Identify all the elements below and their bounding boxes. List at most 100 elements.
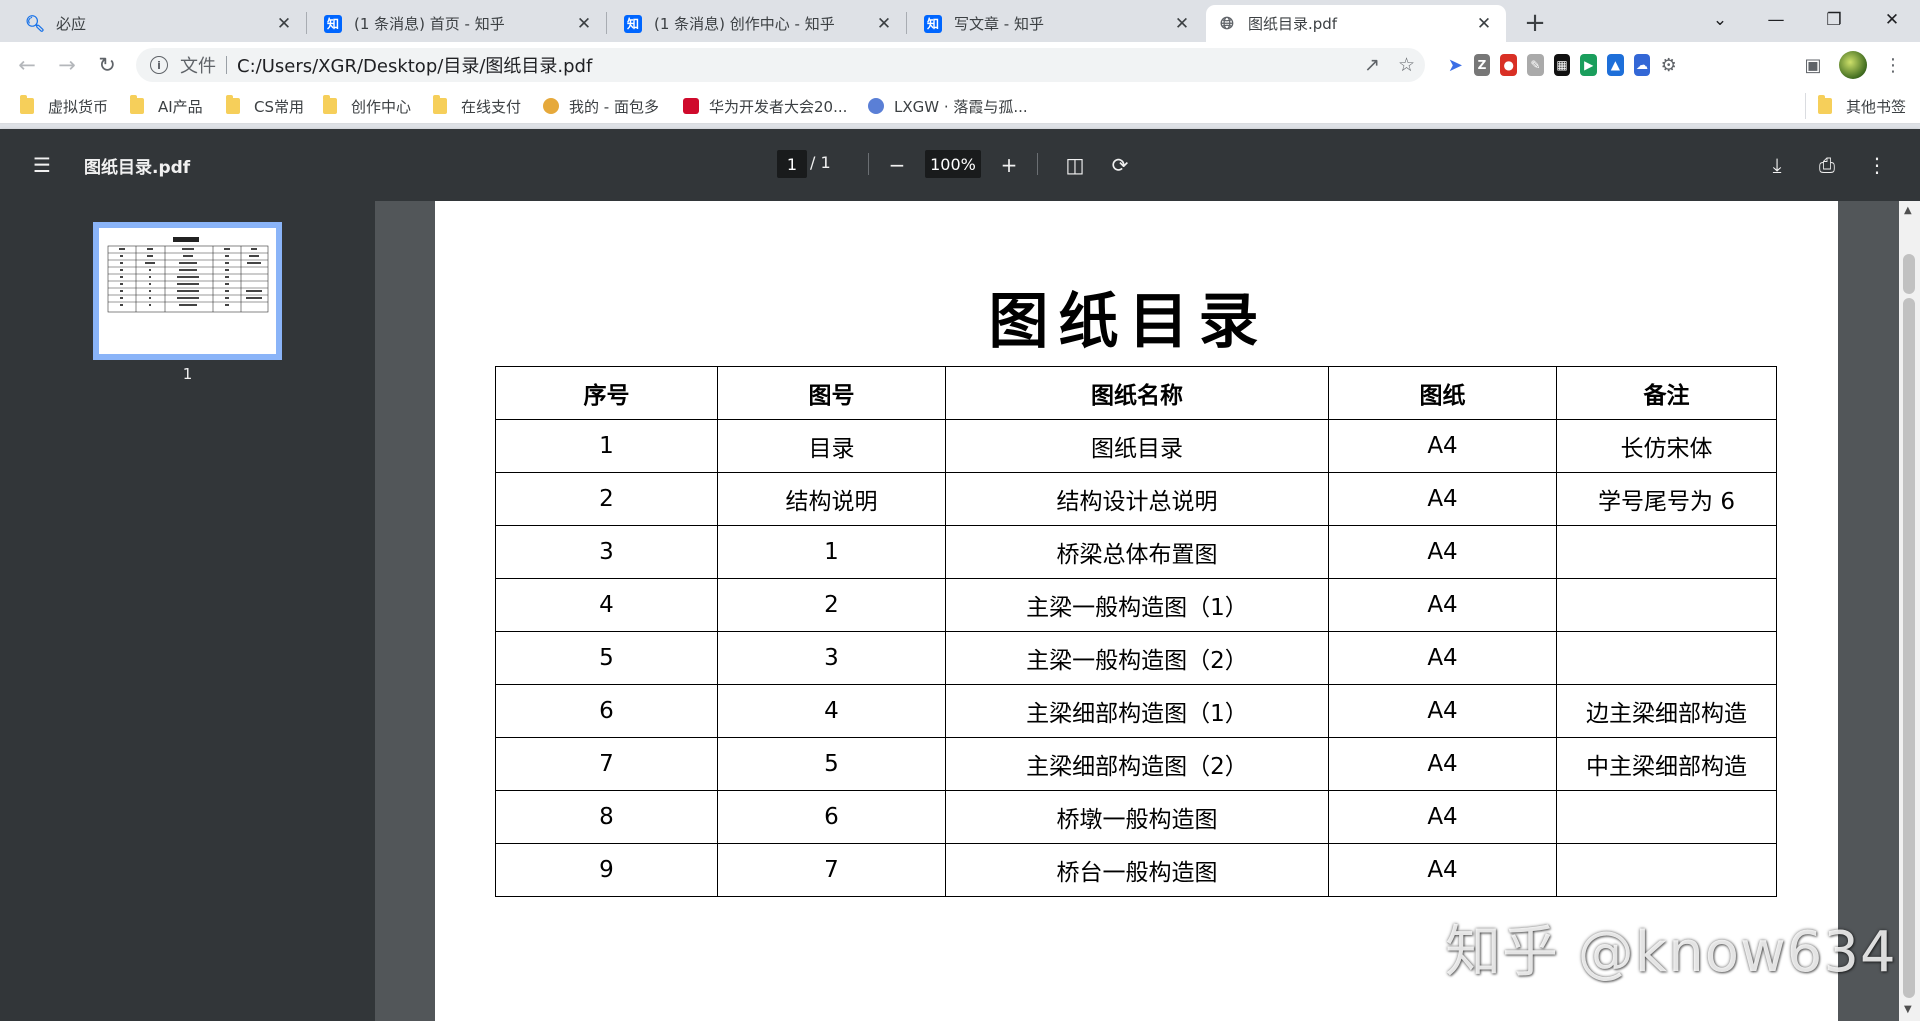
table-row: 4 2 主梁一般构造图（1） A4: [495, 578, 1777, 632]
close-icon[interactable]: ✕: [274, 14, 294, 34]
bookmark-folder-creator[interactable]: 创作中心: [323, 88, 411, 124]
bird-extension-icon[interactable]: ➤: [1447, 54, 1464, 76]
side-panel-icon[interactable]: ▣: [1797, 49, 1829, 81]
print-icon[interactable]: ⎙: [1811, 149, 1843, 181]
bookmark-folder-crypto[interactable]: 虚拟货币: [20, 88, 108, 124]
avatar: [1839, 51, 1867, 79]
tab-zhihu-home[interactable]: 知 (1 条消息) 首页 - 知乎 ✕: [312, 5, 606, 42]
download-icon[interactable]: ⤓: [1761, 149, 1793, 181]
play-extension-icon[interactable]: ▶: [1580, 54, 1598, 76]
restore-icon[interactable]: ❐: [1806, 0, 1862, 40]
tab-zhihu-creator[interactable]: 知 (1 条消息) 创作中心 - 知乎 ✕: [612, 5, 906, 42]
puzzle-extensions-icon[interactable]: ⚙: [1660, 54, 1677, 76]
url-text[interactable]: C:/Users/XGR/Desktop/目录/图纸目录.pdf: [237, 52, 592, 78]
zoom-out-icon[interactable]: −: [881, 149, 913, 181]
tab-bing[interactable]: 🔍︎ 必应 ✕: [14, 5, 306, 42]
forward-arrow-icon[interactable]: →: [51, 49, 83, 81]
tab-search-chevron-icon[interactable]: ⌄: [1692, 0, 1748, 40]
table-cell: 4: [717, 684, 946, 738]
rotate-icon[interactable]: ⟳: [1104, 149, 1136, 181]
bookmark-label: 其他书签: [1846, 97, 1907, 116]
profile-avatar[interactable]: [1837, 49, 1869, 81]
hamburger-menu-icon[interactable]: ☰: [26, 149, 58, 181]
extensions-area: ➤ Z ● ✎ ▦ ▶ ▲ ☁ ⚙: [1437, 48, 1677, 82]
folder-icon: [323, 95, 337, 114]
table-cell: [1556, 578, 1777, 632]
table-cell: 1: [717, 525, 946, 579]
page-thumbnail[interactable]: [93, 222, 282, 360]
table-cell: 结构设计总说明: [945, 472, 1329, 526]
close-icon[interactable]: ✕: [574, 14, 594, 34]
search-icon: 🔍︎: [24, 14, 46, 33]
scrollbar-thumb[interactable]: [1903, 254, 1915, 294]
table-cell: 7: [717, 843, 946, 897]
back-arrow-icon[interactable]: ←: [11, 49, 43, 81]
bookmark-folder-cs[interactable]: CS常用: [226, 88, 304, 124]
bookmark-lxgw[interactable]: LXGW · 落霞与孤...: [868, 88, 1028, 124]
pdf-extension-icon[interactable]: ✎: [1527, 54, 1544, 76]
table-cell: A4: [1328, 472, 1557, 526]
more-options-icon[interactable]: ⋮: [1861, 149, 1893, 181]
zoom-level-input[interactable]: 100%: [925, 150, 981, 178]
zhihu-icon: 知: [924, 14, 942, 33]
bookmark-huawei[interactable]: 华为开发者大会20...: [683, 88, 847, 124]
tab-separator: [606, 12, 607, 34]
zhihu-icon: 知: [624, 14, 642, 33]
table-row: 6 4 主梁细部构造图（1） A4 边主梁细部构造: [495, 684, 1777, 738]
bookmark-label: 华为开发者大会20...: [709, 97, 848, 116]
scrollbar[interactable]: ▲ ▼: [1899, 201, 1920, 1021]
huawei-icon: [683, 98, 699, 114]
bookmark-label: 在线支付: [461, 97, 522, 116]
bookmark-label: CS常用: [254, 97, 304, 116]
table-cell: 桥墩一般构造图: [945, 790, 1329, 844]
scroll-up-icon[interactable]: ▲: [1904, 205, 1912, 216]
tab-title: (1 条消息) 创作中心 - 知乎: [654, 15, 835, 33]
close-icon[interactable]: ✕: [874, 14, 894, 34]
bookmark-star-icon[interactable]: ☆: [1398, 54, 1415, 76]
table-cell: A4: [1328, 843, 1557, 897]
folder-icon: [130, 95, 144, 114]
table-cell: 7: [495, 737, 718, 791]
close-icon[interactable]: ✕: [1172, 14, 1192, 34]
tab-zhihu-write[interactable]: 知 写文章 - 知乎 ✕: [912, 5, 1204, 42]
info-icon[interactable]: i: [150, 56, 168, 74]
table-cell: 主梁一般构造图（2）: [945, 631, 1329, 685]
bookmark-mianbaoduo[interactable]: 我的 - 面包多: [543, 88, 659, 124]
table-row: 3 1 桥梁总体布置图 A4: [495, 525, 1777, 579]
address-bar[interactable]: i 文件 C:/Users/XGR/Desktop/目录/图纸目录.pdf ↗ …: [136, 48, 1425, 82]
z-extension-icon[interactable]: Z: [1473, 54, 1491, 76]
reload-icon[interactable]: ↻: [91, 49, 123, 81]
other-bookmarks-folder[interactable]: 其他书签: [1805, 93, 1906, 119]
new-tab-button[interactable]: +: [1520, 8, 1550, 38]
table-cell: 边主梁细部构造: [1556, 684, 1777, 738]
fit-to-page-icon[interactable]: ◫: [1059, 149, 1091, 181]
table-cell: A4: [1328, 737, 1557, 791]
bookmark-folder-payment[interactable]: 在线支付: [433, 88, 521, 124]
table-cell: 5: [495, 631, 718, 685]
bookmark-folder-ai[interactable]: AI产品: [130, 88, 203, 124]
table-header-cell: 序号: [495, 366, 718, 420]
tab-title: (1 条消息) 首页 - 知乎: [354, 15, 505, 33]
share-icon[interactable]: ↗: [1364, 54, 1380, 76]
media-extension-icon[interactable]: ●: [1500, 54, 1518, 76]
table-cell: A4: [1328, 578, 1557, 632]
table-row: 5 3 主梁一般构造图（2） A4: [495, 631, 1777, 685]
page-number-input[interactable]: 1: [777, 150, 807, 178]
table-cell: 4: [495, 578, 718, 632]
menu-kebab-icon[interactable]: ⋮: [1877, 49, 1909, 81]
scrollbar-track-thumb[interactable]: [1903, 298, 1915, 998]
zoom-in-icon[interactable]: +: [993, 149, 1025, 181]
grid-extension-icon[interactable]: ▦: [1553, 54, 1571, 76]
pdf-viewer[interactable]: 图纸目录 序号 图号 图纸名称 图纸 备注 1 目录 图纸目录 A4 长仿宋体 2 结构说明 结构设计总…: [375, 201, 1920, 1021]
close-icon[interactable]: ✕: [1474, 14, 1494, 34]
tab-pdf[interactable]: 🌐︎ 图纸目录.pdf ✕: [1206, 5, 1506, 42]
scroll-down-icon[interactable]: ▼: [1904, 1004, 1912, 1015]
minimize-icon[interactable]: —: [1748, 0, 1804, 40]
table-cell: 5: [717, 737, 946, 791]
drawing-index-table: 序号 图号 图纸名称 图纸 备注 1 目录 图纸目录 A4 长仿宋体 2 结构说明 结构设计总说明 A4 学…: [495, 366, 1777, 897]
cloud-extension-icon[interactable]: ☁: [1633, 54, 1651, 76]
table-cell: A4: [1328, 684, 1557, 738]
table-cell: 主梁细部构造图（2）: [945, 737, 1329, 791]
window-close-icon[interactable]: ✕: [1864, 0, 1920, 40]
bird-blue-extension-icon[interactable]: ▲: [1607, 54, 1624, 76]
